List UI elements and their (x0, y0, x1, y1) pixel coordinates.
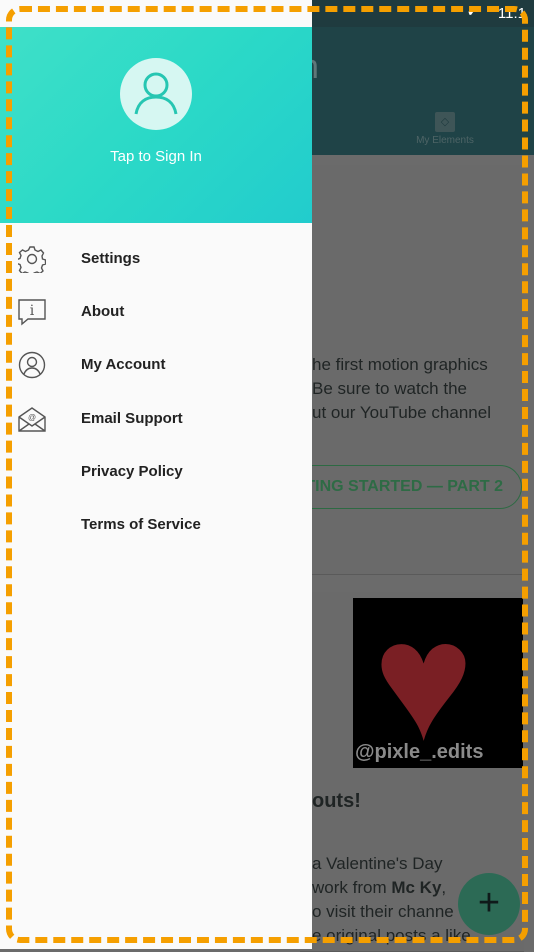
drawer-item-label: Terms of Service (81, 516, 201, 533)
tutorial-card: he first motion graphics Be sure to watch… (260, 165, 524, 575)
account-icon (18, 351, 46, 379)
drawer-item-label: About (81, 303, 125, 320)
card-text: he first motion graphics Be sure to watch… (312, 355, 491, 422)
gear-icon (18, 246, 46, 273)
drawer-item-my-account[interactable]: My Account (0, 339, 312, 392)
info-bubble-icon: i (18, 299, 46, 326)
card-text: a Valentine's Day work from Mc Ky, o visit… (312, 854, 471, 945)
drawer-item-email-support[interactable]: @ Email Support (0, 393, 312, 446)
drawer-item-label: Email Support (81, 410, 183, 427)
status-time: 11:1 (497, 5, 526, 22)
avatar[interactable] (120, 58, 192, 130)
drawer-header[interactable]: Tap to Sign In (0, 27, 312, 223)
wifi-icon: ✔ (467, 4, 478, 19)
image-watermark: @pixle_.edits (355, 741, 484, 763)
tab-label: My Elements (416, 135, 474, 146)
svg-text:@: @ (28, 413, 36, 422)
drawer-item-label: My Account (81, 356, 166, 373)
elements-icon: ◇ (435, 112, 455, 132)
drawer-item-terms-of-service[interactable]: Terms of Service (0, 499, 312, 552)
card-title: outs! (312, 790, 361, 812)
user-icon (134, 72, 178, 115)
svg-text:i: i (30, 303, 35, 319)
add-button[interactable]: + (458, 873, 520, 935)
drawer-item-label: Settings (81, 250, 141, 267)
drawer-item-settings[interactable]: Settings (0, 233, 312, 286)
drawer-item-about[interactable]: i About (0, 286, 312, 339)
drawer-item-label: Privacy Policy (81, 463, 183, 480)
sign-in-link[interactable]: Tap to Sign In (0, 148, 312, 165)
drawer-item-privacy-policy[interactable]: Privacy Policy (0, 446, 312, 499)
email-icon: @ (18, 407, 46, 432)
featured-image[interactable]: ♥ @pixle_.edits (353, 598, 523, 768)
tab-my-elements[interactable]: ◇ My Elements (412, 112, 478, 146)
navigation-drawer: Tap to Sign In Settings i About My Accou… (0, 0, 312, 949)
